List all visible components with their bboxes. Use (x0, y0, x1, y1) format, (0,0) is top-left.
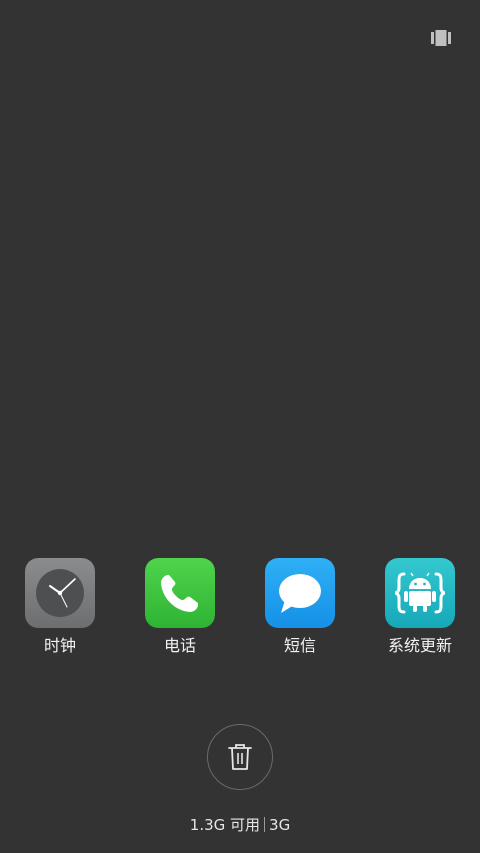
trash-icon (228, 744, 252, 770)
recent-app-phone[interactable]: 电话 (125, 558, 235, 656)
memory-total: 3G (269, 816, 291, 834)
card-view-icon[interactable] (431, 30, 451, 46)
phone-icon (145, 558, 215, 628)
clock-icon (25, 558, 95, 628)
recent-app-system-update[interactable]: 系统更新 (365, 558, 475, 656)
memory-available: 1.3G 可用 (189, 816, 261, 834)
message-icon (265, 558, 335, 628)
recent-app-clock[interactable]: 时钟 (5, 558, 115, 656)
android-update-icon (385, 558, 455, 628)
memory-separator (264, 817, 266, 832)
memory-info: 1.3G 可用 3G (0, 815, 480, 835)
app-label-clock: 时钟 (43, 636, 76, 655)
recent-app-messages[interactable]: 短信 (245, 558, 355, 656)
app-label-system-update: 系统更新 (387, 636, 452, 655)
app-label-messages: 短信 (283, 636, 316, 655)
app-label-phone: 电话 (163, 636, 196, 655)
clear-all-button[interactable] (207, 724, 273, 790)
recent-apps-list: 时钟 电话 短信 系统更新 (0, 558, 480, 668)
